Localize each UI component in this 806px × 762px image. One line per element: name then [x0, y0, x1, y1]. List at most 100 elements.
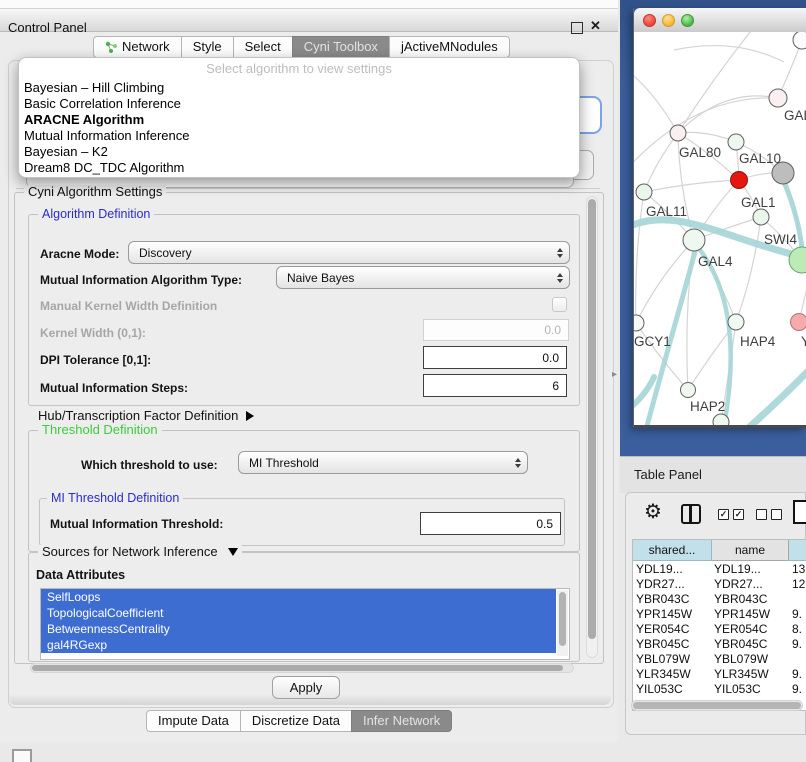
node-swi4[interactable]	[753, 209, 769, 225]
table-row[interactable]: YBL079WYBL079W	[633, 652, 806, 667]
node-gal4[interactable]	[683, 229, 705, 251]
cell: YDL19...	[636, 562, 712, 577]
which-threshold-label: Which threshold to use:	[81, 458, 218, 472]
node-pink[interactable]	[791, 314, 806, 331]
manual-kernel-checkbox[interactable]	[552, 297, 567, 312]
list-item[interactable]: TopologicalCoefficient	[41, 605, 556, 621]
dropdown-item[interactable]: Dream8 DC_TDC Algorithm	[19, 160, 579, 176]
table-panel-title: Table Panel	[634, 467, 702, 482]
dropdown-item[interactable]: Basic Correlation Inference	[19, 96, 579, 112]
pane-split-handle[interactable]: ▸	[612, 369, 617, 380]
network-view-window: GAL80 GAL10 GAL1 GAL11 SWI4 GAL4 GCY1 HA…	[633, 8, 806, 428]
list-item[interactable]: gal4RGexp	[41, 637, 556, 653]
dropdown-item[interactable]: Bayesian – Hill Climbing	[19, 80, 579, 96]
mi-steps-field[interactable]: 6	[423, 374, 567, 397]
export-table-icon[interactable]	[793, 500, 806, 524]
control-panel-titlebar: Control Panel ✕	[0, 8, 618, 32]
tab-jactivemnodules[interactable]: jActiveMNodules	[389, 36, 510, 58]
table-row[interactable]: YLR345WYLR345W9.	[633, 667, 806, 682]
node-gal1-selected[interactable]	[731, 172, 748, 189]
settings-vscroll-thumb[interactable]	[588, 199, 596, 639]
kernel-width-field[interactable]: 0.0	[423, 319, 569, 341]
table-horizontal-scrollbar[interactable]	[631, 700, 803, 711]
mi-type-combobox[interactable]: Naive Bayes	[276, 266, 570, 289]
settings-horizontal-scrollbar[interactable]	[30, 663, 574, 673]
node-hap4[interactable]	[728, 314, 744, 330]
list-item[interactable]: BetweennessCentrality	[41, 621, 556, 637]
cell: YDL19...	[714, 562, 788, 577]
control-panel-tabbar: Network Style Select Cyni Toolbox jActiv…	[93, 36, 510, 58]
table-row[interactable]: YPR145WYPR145W9.	[633, 607, 806, 622]
aracne-mode-label: Aracne Mode:	[40, 247, 119, 261]
dropdown-item-highlighted[interactable]: ARACNE Algorithm	[19, 112, 579, 128]
cell: 12	[792, 577, 806, 592]
node-gal11[interactable]	[636, 184, 652, 200]
show-columns-icon[interactable]: ✓✓	[718, 509, 744, 520]
column-header-shared-name[interactable]: shared...	[633, 540, 712, 561]
node-bottom-partial[interactable]	[713, 414, 729, 425]
dropdown-item[interactable]: Bayesian – K2	[19, 144, 579, 160]
node-gal-partial[interactable]	[769, 89, 787, 107]
combo-stepper-icon	[509, 458, 527, 468]
which-threshold-combobox[interactable]: MI Threshold	[238, 451, 528, 474]
node-label: GAL10	[739, 151, 781, 166]
network-graph: GAL80 GAL10 GAL1 GAL11 SWI4 GAL4 GCY1 HA…	[634, 32, 806, 425]
mi-type-value: Naive Bayes	[277, 271, 551, 285]
dropdown-item[interactable]: Mutual Information Inference	[19, 128, 579, 144]
mi-steps-value: 6	[552, 379, 559, 393]
close-traffic-button[interactable]	[643, 14, 656, 27]
settings-vertical-scrollbar[interactable]	[586, 196, 598, 658]
data-attributes-listbox[interactable]: SelfLoops TopologicalCoefficient Between…	[40, 588, 570, 660]
list-vscroll-thumb[interactable]	[559, 592, 566, 646]
apply-button-label: Apply	[290, 680, 323, 695]
hub-definition-disclosure[interactable]: Hub/Transcription Factor Definition	[38, 408, 254, 423]
node-label: GAL1	[741, 195, 776, 210]
node-hap2[interactable]	[681, 383, 696, 398]
node-unlabeled[interactable]	[793, 32, 806, 49]
tab-discretize-data[interactable]: Discretize Data	[240, 710, 352, 732]
sources-disclosure[interactable]: Sources for Network Inference	[38, 545, 242, 559]
control-panel-title: Control Panel	[8, 20, 87, 35]
node-gal10[interactable]	[728, 134, 744, 150]
table-row[interactable]: YDL19...YDL19...13	[633, 562, 806, 577]
close-icon[interactable]: ✕	[590, 18, 601, 34]
mi-threshold-value: 0.5	[536, 517, 553, 531]
algorithm-dropdown[interactable]: Select algorithm to view settings Bayesi…	[18, 57, 580, 178]
float-window-icon[interactable]	[571, 22, 583, 34]
dpi-tolerance-field[interactable]: 0.0	[423, 346, 567, 369]
mi-threshold-label: Mutual Information Threshold:	[50, 517, 223, 531]
tab-style[interactable]: Style	[181, 36, 234, 58]
node-label: GAL80	[679, 145, 721, 160]
cell: 8.	[792, 622, 806, 637]
table-row[interactable]: YBR043CYBR043C	[633, 592, 806, 607]
hide-columns-icon[interactable]	[756, 509, 782, 520]
zoom-traffic-button[interactable]	[681, 14, 694, 27]
kernel-width-label: Kernel Width (0,1):	[40, 326, 146, 340]
network-canvas[interactable]: GAL80 GAL10 GAL1 GAL11 SWI4 GAL4 GCY1 HA…	[634, 32, 806, 425]
column-header-name[interactable]: name	[712, 540, 789, 561]
minimize-traffic-button[interactable]	[662, 14, 675, 27]
tab-network[interactable]: Network	[93, 36, 182, 58]
list-item[interactable]: SelfLoops	[41, 589, 556, 605]
table-hscroll-thumb[interactable]	[633, 702, 801, 709]
tab-select[interactable]: Select	[233, 36, 293, 58]
tab-jactivemnodules-label: jActiveMNodules	[401, 37, 498, 57]
table-row[interactable]: YIL053CYIL053C9.	[633, 682, 806, 697]
mi-threshold-field[interactable]: 0.5	[420, 512, 561, 535]
split-view-icon[interactable]	[681, 504, 701, 524]
tab-impute-data[interactable]: Impute Data	[146, 710, 241, 732]
table-row[interactable]: YDR27...YDR27...12	[633, 577, 806, 592]
settings-hscroll-thumb[interactable]	[32, 665, 563, 671]
apply-button[interactable]: Apply	[272, 676, 340, 699]
node-gal80[interactable]	[670, 125, 686, 141]
column-header-partial[interactable]	[789, 540, 806, 561]
node-gcy1[interactable]	[634, 315, 644, 331]
gear-icon[interactable]: ⚙	[644, 499, 662, 524]
table-row[interactable]: YBR045CYBR045C9.	[633, 637, 806, 652]
aracne-mode-combobox[interactable]: Discovery	[128, 241, 570, 264]
tab-infer-network[interactable]: Infer Network	[351, 710, 452, 732]
tab-cyni-toolbox[interactable]: Cyni Toolbox	[292, 36, 390, 58]
mini-float-icon[interactable]	[12, 749, 32, 762]
table-row[interactable]: YER054CYER054C8.	[633, 622, 806, 637]
list-vertical-scrollbar[interactable]	[557, 590, 568, 656]
